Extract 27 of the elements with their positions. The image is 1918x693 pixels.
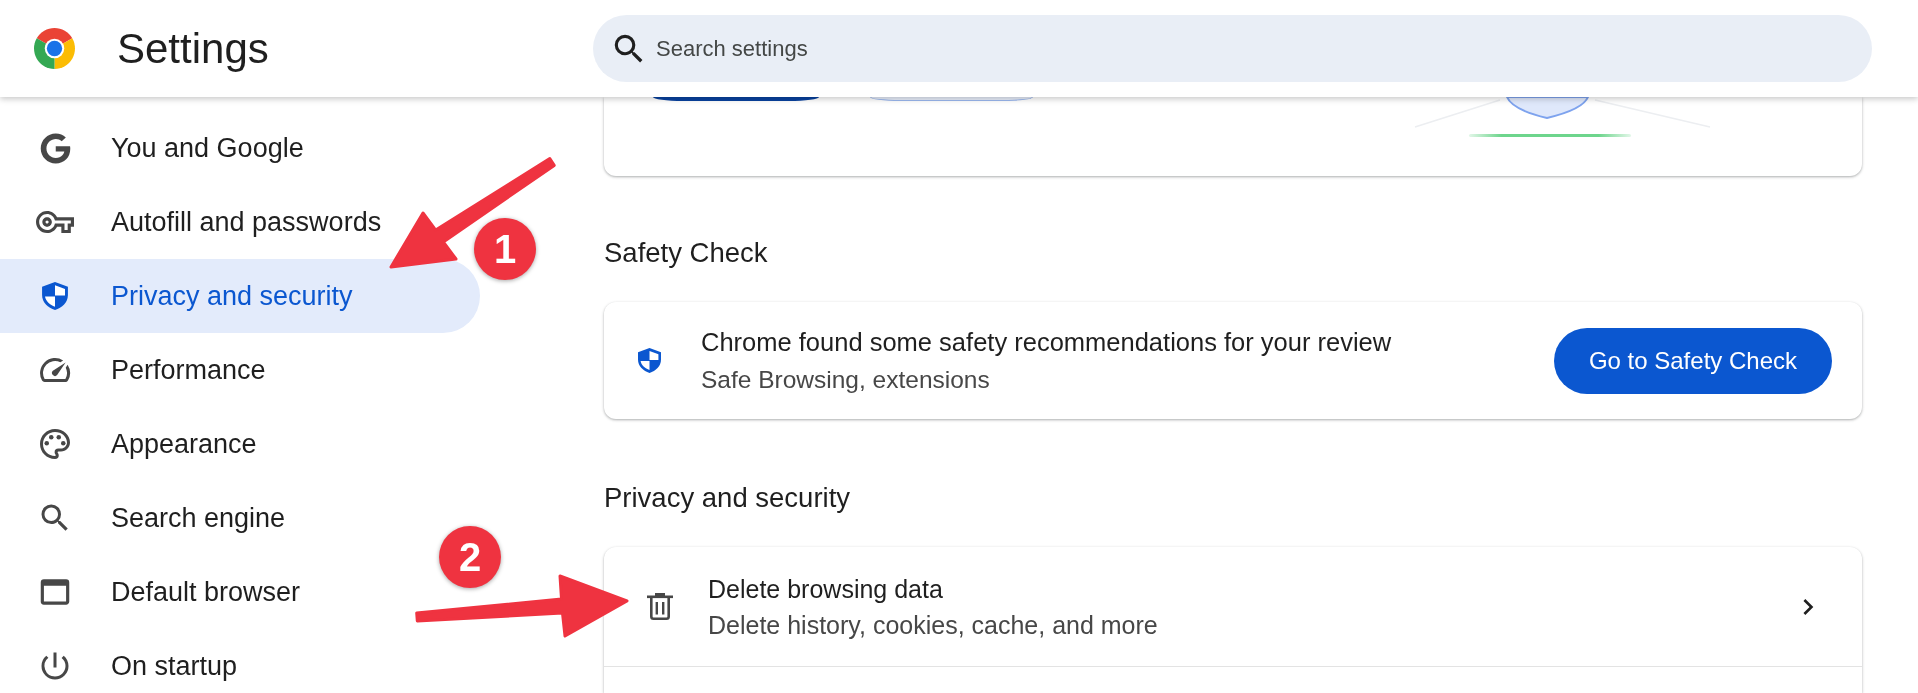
nav-item[interactable]: On startup [0,629,242,693]
safety-check-button[interactable]: Go to Safety Check [1553,327,1832,394]
section-heading: Privacy and security [604,483,851,513]
card-subtitle: Safe Browsing, extensions [701,364,990,395]
row-title: Delete browsing data [708,573,943,604]
nav-item[interactable]: Appearance [0,407,261,481]
section-heading: Safety Check [604,238,768,268]
trash-icon [647,593,673,620]
nav-item[interactable]: Default browser [0,555,305,629]
search-input[interactable]: Search settings [656,28,1848,69]
palette-icon [37,426,73,462]
logo-icon [34,28,75,69]
nav-item[interactable]: You and Google [0,111,308,185]
card-title: Chrome found some safety recommendations for your review [701,326,1392,358]
shield-icon [638,348,661,373]
shield-icon [42,282,68,310]
number-badge: 2 [439,526,501,588]
nav-item[interactable]: Autofill and passwords [0,185,386,259]
nav-item[interactable]: Privacy and security [0,259,480,333]
page-title: Settings [117,23,269,74]
search-field[interactable]: Search settings [593,15,1872,82]
nav-item[interactable]: Search engine [0,481,290,555]
nav-item[interactable]: Performance [0,333,270,407]
primary-button[interactable] [653,97,819,101]
row-subtitle: Delete history, cookies, cache, and more [708,609,1158,640]
g-logo-icon [39,132,71,164]
number-badge: 1 [474,218,536,280]
